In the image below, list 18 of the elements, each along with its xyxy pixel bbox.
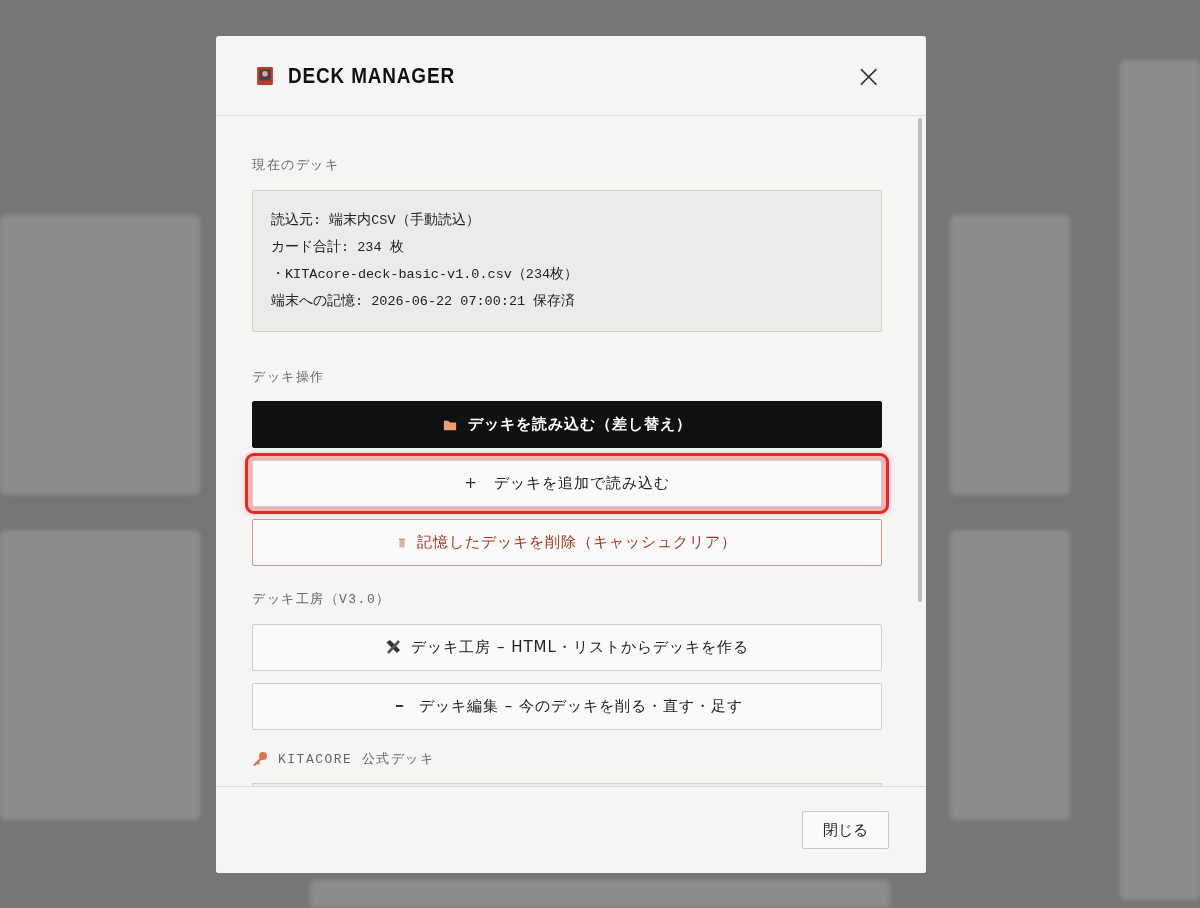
action-button[interactable]: 記憶したデッキを削除（キャッシュクリア）: [252, 519, 882, 566]
section-label: デッキ操作: [252, 368, 325, 387]
action-button[interactable]: デッキ工房 – HTML・リストからデッキを作る: [252, 623, 882, 671]
action-button[interactable]: デッキ編集 – 今のデッキを削る・直す・足す: [252, 682, 882, 730]
deck-icon: [256, 64, 274, 87]
section-label: 現在のデッキ: [252, 157, 339, 175]
info-line: ・KITAcore-deck-basic-v1.0.csv（234枚）: [271, 265, 580, 284]
close-button[interactable]: 閉じる: [802, 811, 889, 849]
info-line: カード合計: 234 枚: [271, 238, 405, 257]
dialog-title: DECK MANAGER: [288, 62, 455, 90]
key-icon: [252, 751, 268, 768]
action-button[interactable]: デッキを読み込む（差し替え）: [252, 401, 882, 448]
section-label: KITACORE 公式デッキ: [278, 750, 435, 769]
close-button[interactable]: ×: [851, 59, 886, 92]
info-line: 読込元: 端末内CSV（手動読込）: [271, 211, 481, 230]
scrollbar[interactable]: [918, 118, 922, 602]
info-line: 端末への記憶: 2026-06-22 07:00:21 保存済: [271, 292, 577, 311]
section-label: デッキ工房（V3.0）: [252, 591, 391, 609]
